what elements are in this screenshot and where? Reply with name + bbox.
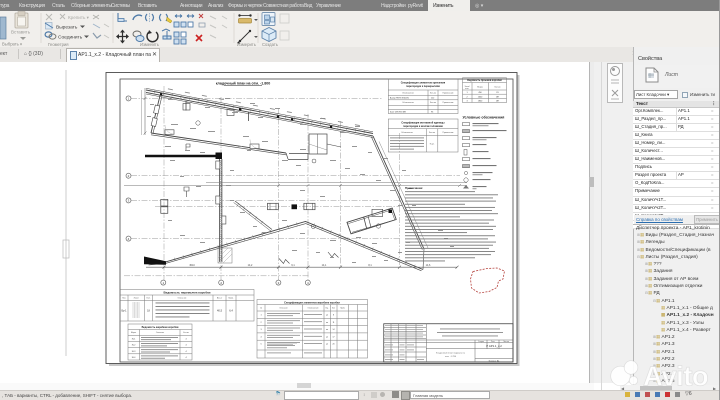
svg-text:шт: шт (326, 315, 328, 317)
svg-text:14,6: 14,6 (426, 264, 431, 267)
svg-text:14,2: 14,2 (248, 264, 253, 267)
svg-text:11: 11 (333, 322, 335, 324)
svg-text:3010: 3010 (189, 264, 195, 267)
svg-text:Примечание: Примечание (443, 102, 454, 104)
svg-text:Р АР1.1_х.2: Р АР1.1_х.2 (486, 344, 502, 348)
svg-text:Кол-во: Кол-во (430, 92, 436, 94)
svg-text:Вес,кг: Вес,кг (217, 298, 223, 300)
svg-text:Обозначение: Обозначение (402, 102, 414, 104)
svg-text:20: 20 (333, 344, 335, 346)
svg-text:шт: шт (326, 336, 328, 338)
svg-text:Бр-1: Бр-1 (121, 310, 127, 313)
svg-text:17: 17 (333, 336, 335, 338)
svg-text:шт: шт (326, 329, 328, 331)
svg-text:8: 8 (333, 315, 334, 317)
svg-text:Условные обозначения: Условные обозначения (463, 116, 505, 120)
svg-text:Кол-во: Кол-во (430, 102, 436, 104)
svg-text:Примечание:: Примечание: (405, 186, 423, 190)
svg-text:Листов: Листов (503, 341, 509, 343)
svg-text:Примечание: Примечание (443, 132, 454, 134)
svg-text:Болт DIN 933 М8: Болт DIN 933 М8 (390, 111, 407, 113)
svg-text:кладочный план на отм. -1.800: кладочный план на отм. -1.800 (216, 82, 271, 86)
svg-text:Ведомость жеребеек коробки: Ведомость жеребеек коробки (142, 326, 179, 329)
svg-text:отм.: отм. (465, 88, 469, 90)
svg-text:Прим: Прим (340, 307, 345, 309)
svg-text:Формат А1: Формат А1 (488, 360, 500, 363)
svg-text:№: № (260, 306, 262, 309)
svg-text:Обозначение: Обозначение (401, 132, 413, 134)
svg-text:Лист: Лист (491, 341, 495, 343)
svg-text:Обозначение: Обозначение (307, 307, 318, 309)
svg-text:Поз.: Поз. (122, 298, 126, 300)
svg-text:Кол.: Кол. (147, 298, 151, 300)
svg-text:Примечание: Примечание (443, 92, 454, 94)
svg-text:Кладочный план подвала на: Кладочный план подвала на (436, 352, 466, 355)
svg-text:Марка: Марка (131, 332, 136, 334)
svg-text:перегородок к перекрытиям: перегородок к перекрытиям (406, 85, 440, 88)
svg-text:6,4: 6,4 (229, 309, 233, 313)
svg-text:Эскиз: Эскиз (133, 298, 138, 300)
svg-text:Ведомость перемычек коробки: Ведомость перемычек коробки (164, 291, 211, 295)
svg-text:9 шт.: 9 шт. (430, 144, 435, 146)
svg-text:Avito: Avito (643, 361, 708, 392)
svg-text:Описание: Описание (279, 307, 287, 309)
svg-text:перегородки к монтаж головками: перегородки к монтаж головками (403, 125, 443, 128)
svg-text:отм. -1.780: отм. -1.780 (445, 356, 457, 358)
svg-text:Описание: Описание (178, 298, 187, 300)
svg-text:шт: шт (326, 322, 328, 324)
svg-text:шт: шт (326, 344, 328, 346)
svg-text:14: 14 (333, 329, 335, 331)
svg-text:Стадия: Стадия (478, 341, 484, 343)
svg-text:Кол-во: Кол-во (429, 132, 435, 134)
svg-text:Ведомость проемов коробки: Ведомость проемов коробки (467, 79, 502, 82)
svg-text:Спецификация элементов жеребее: Спецификация элементов жеребеек коробки (284, 301, 340, 304)
svg-text:40,5: 40,5 (217, 309, 223, 313)
svg-text:Кол: Кол (332, 307, 335, 309)
svg-text:Прим.: Прим. (228, 298, 234, 300)
svg-text:Марка: Марка (477, 87, 484, 89)
svg-text:Кол-во: Кол-во (495, 87, 501, 89)
svg-text:Описание: Описание (156, 332, 164, 334)
svg-text:14,1: 14,1 (322, 264, 327, 267)
svg-text:Кол-во: Кол-во (183, 332, 189, 334)
svg-text:Обозначение: Обозначение (402, 92, 414, 94)
svg-text:Анкер HST3 М10х90: Анкер HST3 М10х90 (390, 96, 410, 99)
